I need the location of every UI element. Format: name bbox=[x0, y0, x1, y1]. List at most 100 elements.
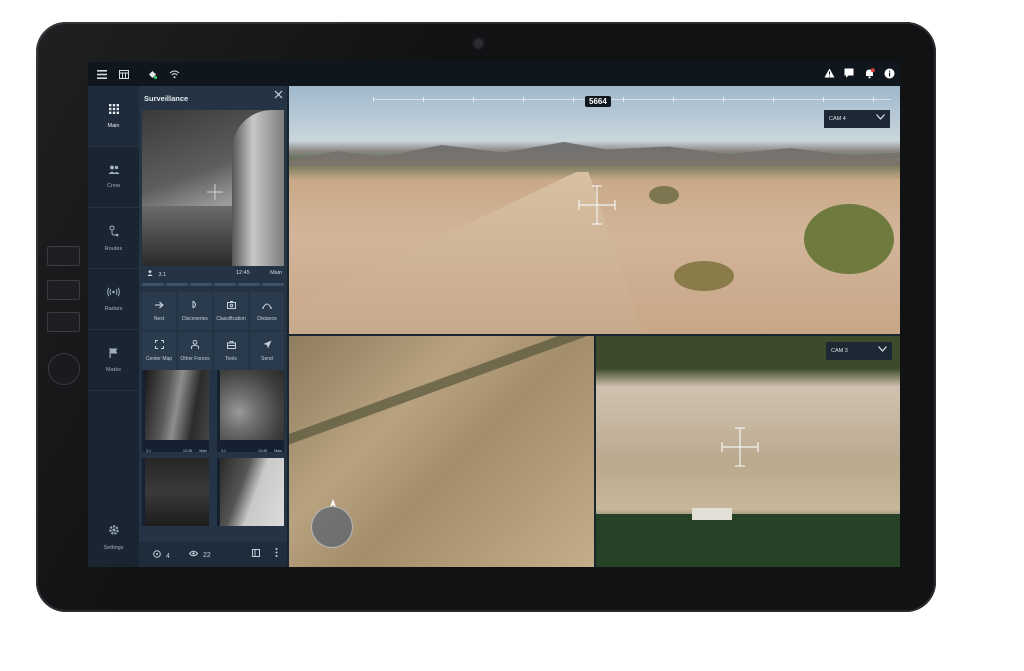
chevron-down-icon bbox=[876, 113, 885, 122]
compass-widget[interactable] bbox=[311, 506, 353, 548]
thumbnail-user: 3.1 bbox=[146, 449, 151, 453]
map-view[interactable] bbox=[289, 336, 594, 567]
nav-label: Marks bbox=[106, 366, 121, 373]
feed-progress-segments bbox=[142, 283, 284, 286]
main-camera-view[interactable]: 5664 CAM 4 bbox=[289, 86, 900, 334]
thumbnail-image bbox=[145, 370, 209, 440]
thumbnail-feed-3[interactable] bbox=[142, 458, 209, 526]
action-grid: Next Discoveries Classification Distance… bbox=[142, 292, 284, 370]
flag-icon bbox=[109, 347, 118, 361]
nav-label: Main bbox=[107, 122, 120, 129]
close-icon[interactable] bbox=[274, 90, 283, 102]
arrow-right-icon bbox=[154, 301, 164, 311]
shrub bbox=[804, 204, 894, 274]
nav-item-main[interactable]: Main bbox=[88, 86, 139, 147]
hardware-button-3[interactable] bbox=[47, 312, 80, 332]
action-label: Send bbox=[261, 356, 273, 362]
panel-title: Surveillance bbox=[144, 94, 189, 103]
camera-view-cam3[interactable]: CAM 3 bbox=[596, 336, 900, 567]
nav-label: Settings bbox=[103, 544, 124, 551]
front-camera bbox=[474, 39, 483, 48]
nav-item-routes[interactable]: Routes bbox=[88, 208, 139, 269]
action-label: Classification bbox=[216, 315, 246, 322]
eye-icon bbox=[188, 550, 199, 557]
camera-select-label: CAM 3 bbox=[831, 348, 848, 354]
action-label: Other Forces bbox=[180, 356, 210, 362]
hardware-round-button[interactable] bbox=[48, 353, 80, 385]
tools-icon bbox=[226, 340, 236, 351]
action-label: Next bbox=[153, 315, 165, 322]
main-camera-feed[interactable] bbox=[142, 110, 284, 266]
warning-icon[interactable] bbox=[822, 66, 836, 80]
route-icon bbox=[109, 225, 119, 240]
north-arrow-icon bbox=[330, 499, 336, 509]
views-counter[interactable]: 22 bbox=[188, 550, 211, 559]
next-button[interactable]: Next bbox=[142, 292, 176, 330]
other-forces-button[interactable]: Other Forces bbox=[178, 332, 212, 370]
shrub bbox=[674, 261, 734, 291]
nav-item-radars[interactable]: Radars bbox=[88, 269, 139, 330]
shrub bbox=[649, 186, 679, 204]
thumbnail-time: 12:45 bbox=[183, 449, 192, 453]
thumbnail-image bbox=[220, 458, 284, 526]
thumbnail-feed-4[interactable] bbox=[217, 458, 284, 526]
thumbnail-user: 3.1 bbox=[221, 449, 226, 453]
center-map-icon bbox=[154, 340, 164, 351]
views-count: 22 bbox=[202, 552, 211, 559]
feed-time: 12:45 bbox=[236, 270, 250, 276]
action-label: Tools bbox=[225, 355, 237, 362]
discovery-icon bbox=[191, 300, 199, 311]
classification-button[interactable]: Classification bbox=[214, 292, 248, 330]
grid-icon bbox=[108, 103, 119, 117]
menu-icon[interactable] bbox=[94, 66, 110, 82]
left-navigation: Main Crew Routes Radars Marks Settings bbox=[88, 86, 139, 567]
camera-select-label: CAM 4 bbox=[829, 116, 846, 122]
calendar-icon[interactable] bbox=[116, 66, 132, 82]
info-icon[interactable] bbox=[882, 66, 896, 80]
panel-header: Surveillance bbox=[139, 86, 287, 110]
surveillance-panel: Surveillance 3.1 12:45 Main Next Discove… bbox=[139, 86, 287, 567]
nav-label: Crew bbox=[107, 183, 120, 189]
nav-item-settings[interactable]: Settings bbox=[88, 507, 139, 567]
center-map-button[interactable]: Center Map bbox=[142, 332, 176, 370]
chevron-down-icon bbox=[878, 345, 887, 354]
thumbnail-feed-2[interactable]: 3.1 12:45 Main bbox=[217, 370, 284, 453]
camera-select-cam3[interactable]: CAM 3 bbox=[826, 342, 892, 360]
camera-select-cam4[interactable]: CAM 4 bbox=[824, 110, 890, 128]
discoveries-button[interactable]: Discoveries bbox=[178, 292, 212, 330]
feed-user: 3.1 bbox=[147, 270, 166, 278]
tools-button[interactable]: Tools bbox=[214, 332, 248, 370]
thumbnail-feed-1[interactable]: 3.1 12:45 Main bbox=[142, 370, 209, 453]
thumbnail-image bbox=[145, 458, 209, 526]
more-options-icon[interactable] bbox=[275, 548, 278, 559]
wifi-icon[interactable] bbox=[166, 66, 182, 82]
hardware-button-2[interactable] bbox=[47, 280, 80, 300]
layout-icon[interactable] bbox=[252, 549, 260, 559]
tree-line bbox=[596, 514, 900, 567]
message-icon[interactable] bbox=[842, 66, 856, 80]
settings-icon bbox=[108, 524, 120, 539]
pins-count: 4 bbox=[165, 553, 170, 560]
send-button[interactable]: Send bbox=[250, 332, 284, 370]
app-screen: Main Crew Routes Radars Marks Settings S… bbox=[88, 62, 900, 567]
hardware-button-1[interactable] bbox=[47, 246, 80, 266]
action-label: Center Map bbox=[145, 356, 173, 362]
satellite-icon[interactable] bbox=[144, 66, 160, 82]
nav-item-crew[interactable]: Crew bbox=[88, 147, 139, 208]
thumbnail-grid: 3.1 12:45 Main 3.1 12:45 Main bbox=[142, 370, 284, 526]
nav-item-marks[interactable]: Marks bbox=[88, 330, 139, 391]
feed-wall bbox=[232, 110, 284, 266]
forces-icon bbox=[191, 339, 199, 351]
thumbnail-source: Main bbox=[274, 449, 282, 453]
nav-label: Radars bbox=[104, 305, 123, 312]
panel-footer: 4 22 bbox=[139, 542, 287, 567]
radar-icon bbox=[107, 287, 120, 300]
distance-button[interactable]: Distance bbox=[250, 292, 284, 330]
crosshair-icon bbox=[721, 427, 759, 467]
thumbnail-source: Main bbox=[199, 449, 207, 453]
notification-icon[interactable] bbox=[862, 66, 876, 80]
action-label: Discoveries bbox=[182, 316, 208, 322]
pins-counter[interactable]: 4 bbox=[153, 550, 170, 560]
target-icon bbox=[153, 550, 161, 558]
classification-icon bbox=[226, 300, 236, 311]
